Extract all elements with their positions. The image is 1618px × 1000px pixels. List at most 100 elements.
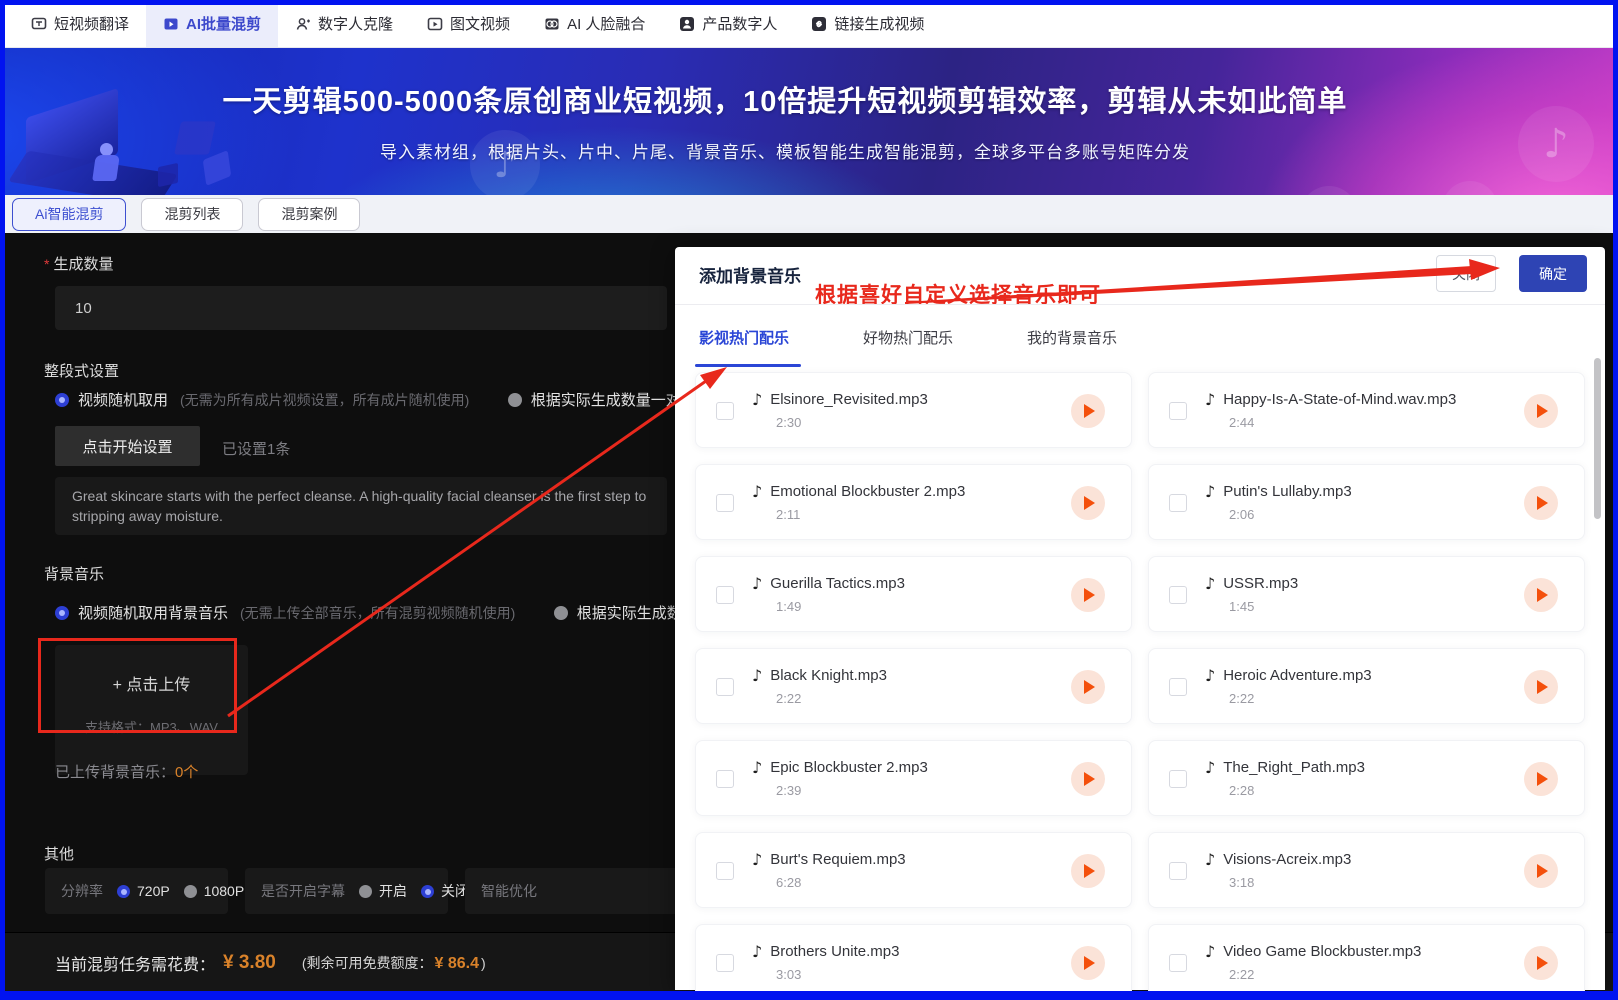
nav-tab-face-merge[interactable]: AI 人脸融合 bbox=[527, 0, 662, 47]
play-button[interactable] bbox=[1071, 394, 1105, 428]
play-icon bbox=[1084, 864, 1095, 878]
bgm-section-label: 背景音乐 bbox=[44, 563, 104, 584]
upload-music-dropzone[interactable]: + 点击上传 支持格式：MP3、WAV bbox=[55, 645, 248, 775]
top-nav: 短视频翻译 AI批量混剪 数字人克隆 图文视频 AI 人脸融合 产品数字人 链接… bbox=[0, 0, 1618, 48]
tiktok-note-icon: ♪ bbox=[1518, 106, 1594, 182]
tab-goods-hot-music[interactable]: 好物热门配乐 bbox=[847, 319, 969, 356]
music-note-icon: ♪ bbox=[1205, 758, 1215, 777]
upload-formats-hint: 支持格式：MP3、WAV bbox=[55, 717, 248, 736]
track-checkbox[interactable] bbox=[1169, 586, 1187, 604]
track-list: ♪ Elsinore_Revisited.mp3 2:30 ♪ Happy-Is… bbox=[695, 372, 1585, 1000]
gen-count-input[interactable]: 10 bbox=[55, 286, 667, 330]
subtitle-on-option[interactable]: 开启 bbox=[359, 881, 407, 901]
radio-1080p[interactable] bbox=[184, 885, 197, 898]
radio-bgm-by-count[interactable] bbox=[554, 606, 568, 620]
clone-icon bbox=[295, 16, 311, 32]
tab-ai-smart-mix[interactable]: Ai智能混剪 bbox=[12, 198, 126, 231]
play-button[interactable] bbox=[1524, 946, 1558, 980]
track-info: ♪ Heroic Adventure.mp3 2:22 bbox=[1205, 666, 1372, 706]
track-checkbox[interactable] bbox=[716, 770, 734, 788]
radio-subtitle-on[interactable] bbox=[359, 885, 372, 898]
link-video-icon bbox=[811, 16, 827, 32]
play-button[interactable] bbox=[1071, 762, 1105, 796]
track-checkbox[interactable] bbox=[716, 954, 734, 972]
play-icon bbox=[1084, 680, 1095, 694]
start-setting-button[interactable]: 点击开始设置 bbox=[55, 426, 200, 466]
radio-bgm-random[interactable] bbox=[55, 606, 69, 620]
track-info: ♪ Video Game Blockbuster.mp3 2:22 bbox=[1205, 942, 1421, 982]
track-name: Black Knight.mp3 bbox=[770, 667, 887, 684]
nav-tab-label: 数字人克隆 bbox=[318, 13, 393, 34]
track-checkbox[interactable] bbox=[1169, 678, 1187, 696]
track-card: ♪ Emotional Blockbuster 2.mp3 2:11 bbox=[695, 464, 1132, 540]
nav-tab-link-to-video[interactable]: 链接生成视频 bbox=[794, 0, 941, 47]
track-checkbox[interactable] bbox=[716, 862, 734, 880]
full-segment-section-label: 整段式设置 bbox=[44, 360, 119, 381]
tab-movie-hot-music[interactable]: 影视热门配乐 bbox=[683, 319, 805, 356]
tab-my-bgm[interactable]: 我的背景音乐 bbox=[1011, 319, 1133, 356]
radio-by-gen-count[interactable] bbox=[508, 393, 522, 407]
set-count-badge: 已设置1条 bbox=[222, 438, 290, 459]
other-section-label: 其他 bbox=[44, 843, 74, 864]
product-avatar-icon bbox=[679, 16, 695, 32]
music-note-icon: ♪ bbox=[1205, 942, 1215, 961]
track-name: Emotional Blockbuster 2.mp3 bbox=[770, 483, 965, 500]
play-button[interactable] bbox=[1524, 486, 1558, 520]
track-info: ♪ Guerilla Tactics.mp3 1:49 bbox=[752, 574, 905, 614]
play-icon bbox=[1537, 404, 1548, 418]
track-name: Guerilla Tactics.mp3 bbox=[770, 575, 905, 592]
radio-720p[interactable] bbox=[117, 885, 130, 898]
tab-mix-cases[interactable]: 混剪案例 bbox=[258, 198, 360, 231]
track-name: Visions-Acreix.mp3 bbox=[1223, 851, 1351, 868]
track-checkbox[interactable] bbox=[1169, 862, 1187, 880]
confirm-button[interactable]: 确定 bbox=[1519, 255, 1587, 292]
resolution-1080p-option[interactable]: 1080P bbox=[184, 883, 244, 899]
play-button[interactable] bbox=[1071, 486, 1105, 520]
tab-mix-list[interactable]: 混剪列表 bbox=[141, 198, 243, 231]
track-checkbox[interactable] bbox=[1169, 770, 1187, 788]
track-checkbox[interactable] bbox=[716, 402, 734, 420]
play-button[interactable] bbox=[1524, 854, 1558, 888]
music-note-icon: ♪ bbox=[752, 758, 762, 777]
cost-label: 当前混剪任务需花费： bbox=[55, 951, 215, 975]
play-button[interactable] bbox=[1071, 578, 1105, 612]
track-duration: 1:49 bbox=[776, 599, 905, 614]
close-button[interactable]: 关闭 bbox=[1436, 255, 1496, 292]
view-tab-strip: Ai智能混剪 混剪列表 混剪案例 bbox=[0, 195, 1618, 233]
resolution-720p-option[interactable]: 720P bbox=[117, 883, 170, 899]
subtitle-off-option[interactable]: 关闭 bbox=[421, 881, 469, 901]
play-icon bbox=[1537, 680, 1548, 694]
radio-subtitle-off[interactable] bbox=[421, 885, 434, 898]
modal-scrollbar-thumb[interactable] bbox=[1594, 358, 1601, 519]
play-button[interactable] bbox=[1524, 394, 1558, 428]
play-button[interactable] bbox=[1524, 578, 1558, 612]
required-asterisk: * bbox=[44, 256, 49, 272]
track-checkbox[interactable] bbox=[716, 678, 734, 696]
track-checkbox[interactable] bbox=[716, 494, 734, 512]
script-textarea[interactable]: Great skincare starts with the perfect c… bbox=[55, 477, 667, 535]
nav-tab-label: 产品数字人 bbox=[702, 13, 777, 34]
app-window: 短视频翻译 AI批量混剪 数字人克隆 图文视频 AI 人脸融合 产品数字人 链接… bbox=[0, 0, 1618, 1000]
music-note-icon: ♪ bbox=[1205, 666, 1215, 685]
free-quota: (剩余可用免费额度：¥ 86.4) bbox=[302, 953, 486, 973]
play-button[interactable] bbox=[1071, 670, 1105, 704]
nav-tab-image-video[interactable]: 图文视频 bbox=[410, 0, 527, 47]
play-button[interactable] bbox=[1524, 762, 1558, 796]
nav-tab-ai-batch-clip[interactable]: AI批量混剪 bbox=[146, 0, 278, 47]
nav-tab-avatar-clone[interactable]: 数字人克隆 bbox=[278, 0, 410, 47]
track-card: ♪ Visions-Acreix.mp3 3:18 bbox=[1148, 832, 1585, 908]
track-checkbox[interactable] bbox=[716, 586, 734, 604]
track-name: Heroic Adventure.mp3 bbox=[1223, 667, 1371, 684]
track-checkbox[interactable] bbox=[1169, 402, 1187, 420]
play-button[interactable] bbox=[1071, 854, 1105, 888]
track-name: Elsinore_Revisited.mp3 bbox=[770, 391, 928, 408]
nav-tab-video-translate[interactable]: 短视频翻译 bbox=[14, 0, 146, 47]
play-button[interactable] bbox=[1524, 670, 1558, 704]
nav-tab-product-avatar[interactable]: 产品数字人 bbox=[662, 0, 794, 47]
radio-video-random[interactable] bbox=[55, 393, 69, 407]
play-button[interactable] bbox=[1071, 946, 1105, 980]
track-checkbox[interactable] bbox=[1169, 494, 1187, 512]
track-checkbox[interactable] bbox=[1169, 954, 1187, 972]
track-info: ♪ Elsinore_Revisited.mp3 2:30 bbox=[752, 390, 928, 430]
music-note-icon: ♪ bbox=[1205, 574, 1215, 593]
